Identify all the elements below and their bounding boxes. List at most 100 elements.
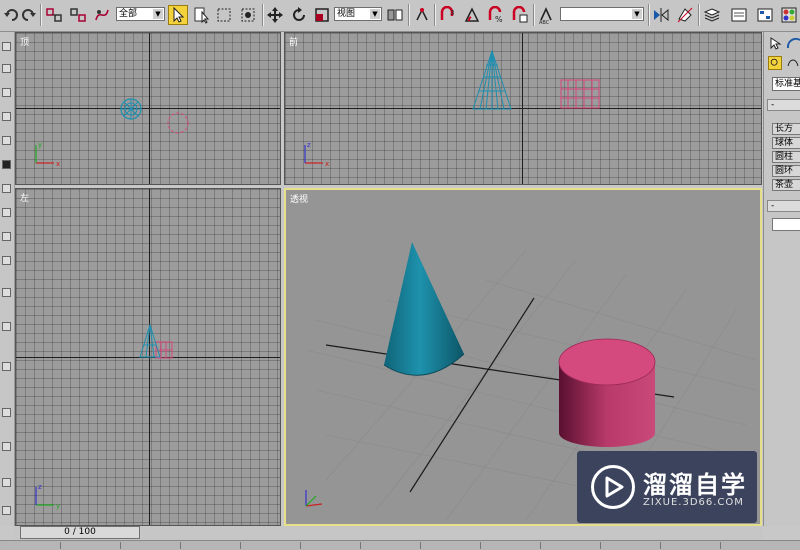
- axis-gizmo: y z: [35, 483, 60, 510]
- select-link-icon[interactable]: [44, 5, 64, 25]
- shapes-category-icon[interactable]: [786, 56, 800, 70]
- spinner-snap-icon[interactable]: [510, 5, 530, 25]
- strip-button[interactable]: [2, 232, 11, 241]
- box-button[interactable]: 长方: [772, 123, 800, 135]
- watermark: 溜溜自学 ZIXUE.3D66.COM: [577, 451, 757, 523]
- strip-button[interactable]: [2, 256, 11, 265]
- rollout-collapse: -: [771, 201, 775, 211]
- modify-tab-icon[interactable]: [786, 36, 800, 50]
- box-button-label: 长方: [775, 124, 794, 134]
- strip-button[interactable]: [2, 208, 11, 217]
- svg-text:x: x: [56, 160, 60, 168]
- window-crossing-icon[interactable]: [238, 5, 258, 25]
- rect-region-icon[interactable]: [214, 5, 234, 25]
- strip-button[interactable]: [2, 184, 11, 193]
- move-icon[interactable]: [265, 5, 285, 25]
- rotate-icon[interactable]: [289, 5, 309, 25]
- svg-text:z: z: [307, 141, 311, 149]
- redo-icon[interactable]: [18, 5, 38, 25]
- edit-named-selection-icon[interactable]: ABC: [537, 5, 557, 25]
- svg-text:y: y: [56, 502, 60, 510]
- strip-button[interactable]: [2, 442, 11, 451]
- left-tab-strip: [0, 32, 15, 526]
- rollout-collapse: -: [771, 100, 775, 110]
- object-type-dropdown[interactable]: 标准基: [772, 77, 800, 91]
- selection-filter-dropdown[interactable]: 全部 ▼: [116, 7, 165, 21]
- svg-text:x: x: [325, 160, 329, 168]
- ref-coord-value: 视图: [337, 9, 356, 19]
- create-tab-icon[interactable]: [768, 36, 784, 50]
- object-type-value: 标准基: [775, 79, 800, 89]
- play-logo-icon: [591, 465, 635, 509]
- strip-button[interactable]: [2, 362, 11, 371]
- select-manipulate-icon[interactable]: [412, 5, 432, 25]
- torus-button-label: 圆环: [775, 166, 794, 176]
- teapot-button[interactable]: 茶壶: [772, 179, 800, 191]
- viewport-left[interactable]: 左 y z: [15, 188, 281, 526]
- strip-button[interactable]: [2, 322, 11, 331]
- strip-button[interactable]: [2, 136, 11, 145]
- strip-button[interactable]: [2, 42, 11, 51]
- watermark-brand: 溜溜自学: [643, 471, 747, 499]
- time-slider-bar: 0 / 100: [14, 526, 763, 540]
- cylinder-left-wireframe: [155, 341, 173, 359]
- pivot-center-icon[interactable]: [385, 5, 405, 25]
- strip-button[interactable]: [2, 88, 11, 97]
- svg-text:y: y: [38, 141, 42, 149]
- command-panel: 标准基 - 长方 球体 圆柱 圆环 茶壶 -: [763, 32, 800, 526]
- strip-button[interactable]: [2, 112, 11, 121]
- select-by-name-icon[interactable]: [192, 5, 212, 25]
- strip-button[interactable]: [2, 64, 11, 73]
- named-selection-dropdown[interactable]: ▼: [560, 7, 644, 21]
- cylinder-front-wireframe: [560, 79, 600, 109]
- align-icon[interactable]: [675, 5, 695, 25]
- curve-editor-icon[interactable]: [729, 5, 749, 25]
- strip-button[interactable]: [2, 506, 11, 515]
- angle-snap-icon[interactable]: [462, 5, 482, 25]
- geometry-category-icon[interactable]: [768, 56, 782, 70]
- viewport-front[interactable]: 前 x z: [284, 32, 762, 185]
- sphere-button-label: 球体: [775, 138, 794, 148]
- cylinder-button[interactable]: 圆柱: [772, 151, 800, 163]
- svg-text:%: %: [495, 15, 503, 24]
- strip-button[interactable]: [2, 408, 11, 417]
- unlink-icon[interactable]: [68, 5, 88, 25]
- top-view-objects: x y: [35, 98, 189, 168]
- time-slider[interactable]: 0 / 100: [20, 526, 140, 539]
- ref-coord-dropdown[interactable]: 视图 ▼: [334, 7, 382, 21]
- torus-button[interactable]: 圆环: [772, 165, 800, 177]
- strip-button[interactable]: [2, 160, 11, 169]
- bind-spacewarp-icon[interactable]: [92, 5, 112, 25]
- frame-display: 0 / 100: [64, 527, 96, 537]
- svg-text:3: 3: [450, 9, 454, 17]
- object-name-field[interactable]: [772, 218, 800, 231]
- teapot-button-label: 茶壶: [775, 180, 794, 190]
- cone-3d: [383, 242, 465, 376]
- axis-gizmo: x y: [35, 141, 60, 168]
- front-view-objects: x z: [304, 49, 600, 168]
- rollout-name-color[interactable]: -: [767, 200, 800, 212]
- rollout-object-type[interactable]: -: [767, 99, 800, 111]
- select-object-icon[interactable]: [168, 5, 188, 25]
- chevron-down-icon: ▼: [153, 9, 163, 19]
- cone-top-wireframe: [120, 98, 142, 120]
- cylinder-button-label: 圆柱: [775, 152, 794, 162]
- percent-snap-icon[interactable]: %: [486, 5, 506, 25]
- cylinder-top-wireframe: [167, 112, 189, 134]
- sphere-button[interactable]: 球体: [772, 137, 800, 149]
- snap-3d-icon[interactable]: 3: [438, 5, 458, 25]
- schematic-view-icon[interactable]: [755, 5, 775, 25]
- viewport-top[interactable]: 顶 x y: [15, 32, 281, 185]
- chevron-down-icon: ▼: [370, 9, 380, 19]
- cone-left-wireframe: [139, 323, 161, 358]
- chevron-down-icon: ▼: [632, 9, 642, 19]
- scale-icon[interactable]: [312, 5, 332, 25]
- svg-text:ABC: ABC: [539, 20, 550, 24]
- layers-icon[interactable]: [702, 5, 722, 25]
- strip-button[interactable]: [2, 288, 11, 297]
- strip-button[interactable]: [2, 478, 11, 487]
- svg-text:z: z: [38, 483, 42, 491]
- watermark-url: ZIXUE.3D66.COM: [643, 497, 744, 508]
- mirror-icon[interactable]: [651, 5, 671, 25]
- material-editor-icon[interactable]: [779, 5, 799, 25]
